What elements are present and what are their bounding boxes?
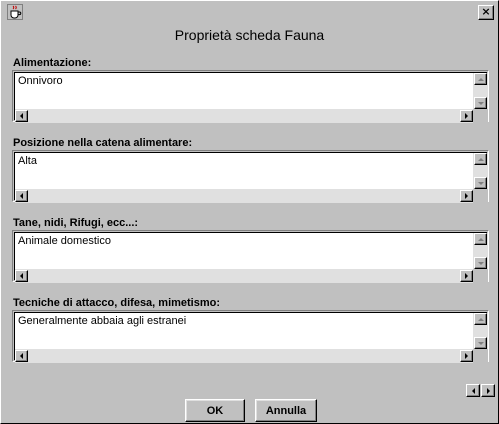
scroll-right-button[interactable] [460,190,473,202]
arrow-left-icon [20,193,23,199]
arrow-up-icon [477,77,484,81]
vertical-scrollbar[interactable] [473,233,488,269]
field-tane-nidi-rifugi[interactable]: Animale domestico [15,233,473,269]
arrow-right-icon [486,387,490,394]
horizontal-scrollbar[interactable] [15,349,473,363]
textarea-alimentazione: Onnivoro [12,70,489,123]
label-posizione-catena: Posizione nella catena alimentare: [13,137,193,149]
cancel-button[interactable]: Annulla [255,399,317,422]
ok-button[interactable]: OK [185,399,245,422]
arrow-up-icon [477,317,484,321]
label-alimentazione: Alimentazione: [13,57,92,69]
scroll-up-button[interactable] [474,153,487,165]
arrow-right-icon [465,113,468,119]
arrow-right-icon [465,193,468,199]
scrollbar-corner [473,109,488,123]
scroll-down-button[interactable] [474,177,487,189]
previous-tab-button[interactable] [466,384,480,397]
scrollbar-corner [473,269,488,283]
vertical-scrollbar[interactable] [473,73,488,109]
scroll-left-button[interactable] [15,350,28,362]
java-cup-icon [7,4,23,20]
field-posizione-catena[interactable]: Alta [15,153,473,189]
scroll-right-button[interactable] [460,350,473,362]
vertical-scrollbar[interactable] [473,313,488,349]
close-button[interactable]: × [478,5,494,20]
label-tane-nidi-rifugi: Tane, nidi, Rifugi, ecc...: [13,217,139,229]
properties-dialog-window: × Proprietà scheda Fauna Alimentazione: … [0,0,499,424]
field-tecniche-attacco[interactable]: Generalmente abbaia agli estranei [15,313,473,349]
arrow-down-icon [477,101,484,105]
arrow-up-icon [477,157,484,161]
arrow-left-icon [20,353,23,359]
dialog-title: Proprietà scheda Fauna [174,27,325,43]
arrow-left-icon [471,387,475,394]
scrollbar-corner [473,349,488,363]
arrow-up-icon [477,237,484,241]
arrow-left-icon [20,113,23,119]
arrow-left-icon [20,273,23,279]
horizontal-scrollbar[interactable] [15,269,473,283]
arrow-down-icon [477,261,484,265]
arrow-right-icon [465,273,468,279]
scroll-down-button[interactable] [474,97,487,109]
scroll-left-button[interactable] [15,190,28,202]
vertical-scrollbar[interactable] [473,153,488,189]
arrow-down-icon [477,181,484,185]
textarea-tane-nidi-rifugi: Animale domestico [12,230,489,283]
textarea-tecniche-attacco: Generalmente abbaia agli estranei [12,310,489,363]
scroll-up-button[interactable] [474,313,487,325]
next-tab-button[interactable] [481,384,495,397]
field-alimentazione[interactable]: Onnivoro [15,73,473,109]
arrow-right-icon [465,353,468,359]
scroll-up-button[interactable] [474,233,487,245]
arrow-down-icon [477,341,484,345]
scroll-right-button[interactable] [460,110,473,122]
title-bar: × [3,3,496,21]
scroll-down-button[interactable] [474,337,487,349]
horizontal-scrollbar[interactable] [15,109,473,123]
scroll-left-button[interactable] [15,270,28,282]
label-tecniche-attacco: Tecniche di attacco, difesa, mimetismo: [13,297,221,309]
scroll-up-button[interactable] [474,73,487,85]
scroll-right-button[interactable] [460,270,473,282]
scroll-left-button[interactable] [15,110,28,122]
textarea-posizione-catena: Alta [12,150,489,203]
scroll-down-button[interactable] [474,257,487,269]
scrollbar-corner [473,189,488,203]
horizontal-scrollbar[interactable] [15,189,473,203]
